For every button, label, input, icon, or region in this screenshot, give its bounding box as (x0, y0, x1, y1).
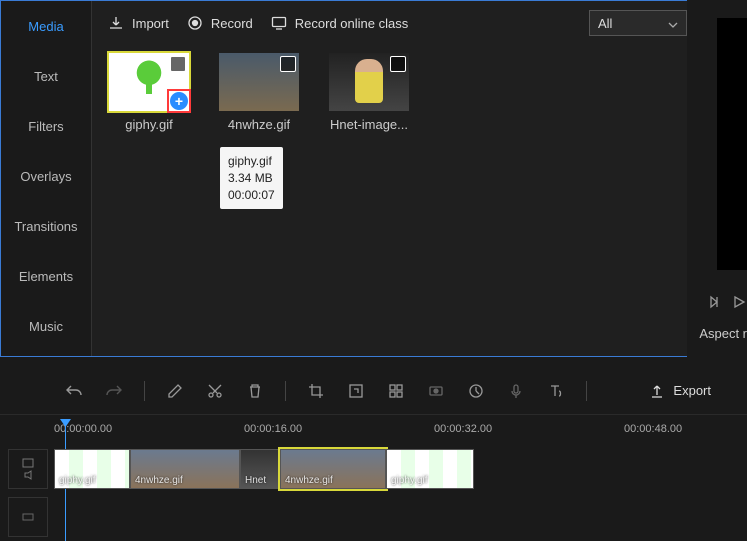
separator (285, 381, 286, 401)
video-track[interactable]: giphy.gif4nwhze.gifHnet4nwhze.gifgiphy.g… (54, 447, 747, 491)
media-item[interactable]: + giphy.gif (108, 53, 190, 132)
media-label: Hnet-image... (330, 117, 408, 132)
side-tab-elements[interactable]: Elements (1, 251, 91, 301)
mosaic-button[interactable] (386, 381, 406, 401)
timeline-clip[interactable]: giphy.gif (54, 449, 130, 489)
separator (586, 381, 587, 401)
ruler-mark: 00:00:00.00 (54, 423, 112, 435)
record-label: Record (211, 16, 253, 31)
media-item[interactable]: Hnet-image... (328, 53, 410, 132)
separator (144, 381, 145, 401)
media-toolbar: Import Record Record online class All (92, 1, 747, 45)
record-online-button[interactable]: Record online class (271, 15, 408, 31)
ruler-mark: 00:00:48.00 (624, 423, 682, 435)
media-pane: Import Record Record online class All (91, 1, 747, 356)
redo-button[interactable] (104, 381, 124, 401)
duplicate-icon (390, 56, 406, 72)
track-header[interactable] (8, 497, 48, 537)
media-grid: + giphy.gif 4nwhze.gif Hnet-image... (92, 45, 747, 140)
tooltip-size: 3.34 MB (228, 170, 275, 187)
media-thumbnail[interactable] (219, 53, 299, 111)
timeline: 00:00:00.00 00:00:16.00 00:00:32.00 00:00:4… (0, 421, 747, 539)
side-tab-overlays[interactable]: Overlays (1, 151, 91, 201)
side-tab-music[interactable]: Music (1, 301, 91, 351)
ruler-mark: 00:00:16.00 (244, 423, 302, 435)
duplicate-icon (170, 56, 186, 72)
text-to-speech-button[interactable] (546, 381, 566, 401)
undo-button[interactable] (64, 381, 84, 401)
chevron-down-icon (668, 16, 678, 31)
timeline-toolbar: Export (0, 367, 747, 415)
import-label: Import (132, 16, 169, 31)
media-thumbnail[interactable] (329, 53, 409, 111)
record-online-label: Record online class (295, 16, 408, 31)
export-button[interactable]: Export (649, 383, 711, 399)
edit-button[interactable] (165, 381, 185, 401)
record-icon (187, 15, 203, 31)
voiceover-button[interactable] (506, 381, 526, 401)
timeline-clip[interactable]: giphy.gif (386, 449, 474, 489)
preview-pane: Aspect r (687, 0, 747, 357)
play-button[interactable] (731, 294, 747, 313)
record-vo-button[interactable] (426, 381, 446, 401)
plus-icon: + (170, 92, 188, 110)
media-label: 4nwhze.gif (228, 117, 290, 132)
filter-select[interactable]: All (589, 10, 687, 36)
side-tabs: MediaTextFiltersOverlaysTransitionsEleme… (1, 1, 91, 356)
timeline-clip[interactable]: 4nwhze.gif (130, 449, 240, 489)
crop-button[interactable] (306, 381, 326, 401)
aspect-label: Aspect r (699, 326, 747, 341)
clip-row: giphy.gif4nwhze.gifHnet4nwhze.gifgiphy.g… (54, 449, 474, 489)
record-button[interactable]: Record (187, 15, 253, 31)
side-tab-text[interactable]: Text (1, 51, 91, 101)
cut-button[interactable] (205, 381, 225, 401)
preview-controls (707, 294, 747, 313)
tooltip-duration: 00:00:07 (228, 187, 275, 204)
audio-track[interactable] (54, 495, 747, 539)
add-to-timeline-button[interactable]: + (167, 89, 191, 113)
tooltip-name: giphy.gif (228, 153, 275, 170)
monitor-icon (271, 15, 287, 31)
timeline-ruler[interactable]: 00:00:00.00 00:00:16.00 00:00:32.00 00:00:4… (54, 421, 747, 443)
track-header[interactable] (8, 449, 48, 489)
side-tab-media[interactable]: Media (1, 1, 91, 51)
prev-frame-button[interactable] (707, 294, 723, 313)
delete-button[interactable] (245, 381, 265, 401)
speed-button[interactable] (466, 381, 486, 401)
timeline-clip[interactable]: Hnet (240, 449, 280, 489)
side-tab-filters[interactable]: Filters (1, 101, 91, 151)
import-icon (108, 15, 124, 31)
media-thumbnail[interactable]: + (109, 53, 189, 111)
side-tab-transitions[interactable]: Transitions (1, 201, 91, 251)
filter-value: All (598, 16, 612, 31)
duplicate-icon (280, 56, 296, 72)
ruler-mark: 00:00:32.00 (434, 423, 492, 435)
media-tooltip: giphy.gif 3.34 MB 00:00:07 (220, 147, 283, 209)
crop-zoom-button[interactable] (346, 381, 366, 401)
top-region: MediaTextFiltersOverlaysTransitionsEleme… (0, 0, 747, 357)
media-label: giphy.gif (125, 117, 172, 132)
preview-viewport (717, 18, 747, 270)
media-item[interactable]: 4nwhze.gif (218, 53, 300, 132)
export-label: Export (673, 383, 711, 398)
timeline-clip[interactable]: 4nwhze.gif (280, 449, 386, 489)
import-button[interactable]: Import (108, 15, 169, 31)
